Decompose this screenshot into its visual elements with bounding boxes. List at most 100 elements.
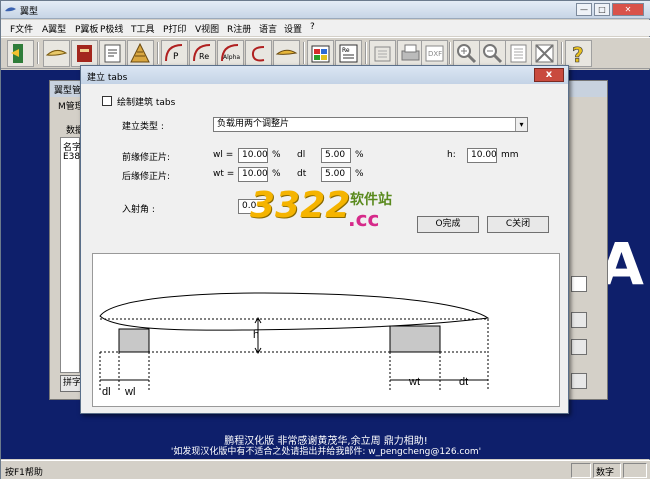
type-select[interactable]: 负载用两个调整片 ▾ xyxy=(213,117,528,132)
dialog-close-button[interactable]: x xyxy=(534,68,564,82)
polar-alpha-icon: Alpha xyxy=(221,44,240,62)
status-bar: 按F1帮助 数字 xyxy=(1,460,650,479)
watermark-cn: 软件站 xyxy=(350,192,392,208)
help-tool-button[interactable]: ? xyxy=(565,40,592,67)
question-icon: ? xyxy=(572,43,584,68)
status-mode: 数字 xyxy=(593,463,621,478)
clear-icon xyxy=(535,44,554,63)
report-icon xyxy=(104,44,121,63)
dt-input[interactable]: 5.00 xyxy=(321,167,351,182)
menu-settings[interactable]: 设置 xyxy=(284,22,302,35)
minimize-button[interactable]: — xyxy=(576,3,592,16)
airfoil-icon xyxy=(45,49,68,56)
airfoil-tool-button[interactable] xyxy=(43,40,70,67)
airfoil-list[interactable]: 名字 E387 xyxy=(60,137,86,373)
menu-bar: F文件 A翼型 P翼板 P极线 T工具 P打印 V视图 R注册 语言 设置 ? xyxy=(1,20,650,36)
tab-diagram: h dl wl wt dt xyxy=(92,253,560,407)
polar-re-button[interactable]: Re xyxy=(189,40,216,67)
svg-text:?: ? xyxy=(572,43,584,66)
maximize-button[interactable]: □ xyxy=(594,3,610,16)
polar-c-icon xyxy=(251,46,265,62)
h-input[interactable]: 10.00 xyxy=(467,148,497,163)
menu-view[interactable]: V视图 xyxy=(195,22,219,35)
menu-tools[interactable]: T工具 xyxy=(131,22,155,35)
close-button[interactable]: ✕ xyxy=(612,3,644,16)
exit-icon xyxy=(11,44,23,63)
book-icon xyxy=(77,45,92,62)
side-button-1[interactable] xyxy=(571,276,587,292)
polar-re-icon: Re xyxy=(193,44,211,62)
report-tool-button[interactable] xyxy=(99,40,126,67)
svg-text:Alpha: Alpha xyxy=(223,54,240,61)
wl-label: wl = xyxy=(213,150,234,160)
side-button-2[interactable] xyxy=(571,312,587,328)
dxf-tool-button[interactable]: DXF xyxy=(421,40,448,67)
airfoil-diagram: h dl wl wt dt xyxy=(99,292,490,398)
dl-label-diagram: dl xyxy=(102,386,111,398)
contact-line: '如发现汉化版中有不适合之处请指出并给我邮件: w_pengcheng@126.… xyxy=(170,447,482,457)
status-mode-text: 数字 xyxy=(596,468,615,478)
ok-button[interactable]: O完成 xyxy=(417,216,479,233)
wt-label: wt = xyxy=(213,169,235,179)
type-label: 建立类型 : xyxy=(122,122,164,132)
delete-tool-button[interactable] xyxy=(369,40,396,67)
exit-tool-button[interactable] xyxy=(7,40,34,67)
menu-file[interactable]: F文件 xyxy=(10,22,33,35)
front-tab-label: 前缘修正片: xyxy=(122,153,171,163)
draw-tabs-checkbox[interactable] xyxy=(102,96,112,106)
stack-tool-button[interactable] xyxy=(127,40,154,67)
wing-tool-button[interactable] xyxy=(273,40,300,67)
zoom-out-icon xyxy=(483,44,503,64)
menu-airfoil[interactable]: A翼型 xyxy=(42,22,66,35)
menu-help[interactable]: ? xyxy=(310,22,315,32)
wl-input[interactable]: 10.00 xyxy=(238,148,268,163)
type-select-value: 负载用两个调整片 xyxy=(217,119,290,129)
register-tool-button[interactable]: Re xyxy=(335,40,362,67)
side-button-4[interactable] xyxy=(571,373,587,389)
menu-language[interactable]: 语言 xyxy=(259,22,277,35)
app-icon xyxy=(5,7,16,12)
wt-input[interactable]: 10.00 xyxy=(238,167,268,182)
polar-p-button[interactable]: P xyxy=(161,40,188,67)
status-help: 按F1帮助 xyxy=(5,468,43,478)
dt-label: dt xyxy=(297,169,307,179)
close-dialog-button[interactable]: C关闭 xyxy=(487,216,549,233)
wing-icon xyxy=(275,49,298,55)
zoom-in-icon xyxy=(457,44,477,64)
wt-unit: % xyxy=(272,169,281,179)
stack-icon xyxy=(130,42,150,63)
menu-polar[interactable]: P极线 xyxy=(100,22,123,35)
print-tool-button[interactable] xyxy=(397,40,424,67)
wt-label-diagram: wt xyxy=(408,376,420,388)
manager-title: 翼型管 xyxy=(54,86,82,96)
wl-unit: % xyxy=(272,150,281,160)
grid-tool-button[interactable] xyxy=(307,40,334,67)
h-label: h: xyxy=(447,150,456,160)
fit-icon xyxy=(510,44,527,63)
build-tabs-dialog: 建立 tabs x 绘制建筑 tabs 建立类型 : 负载用两个调整片 ▾ 前缘… xyxy=(80,65,569,414)
h-label-diagram: h xyxy=(253,329,259,341)
delete-icon xyxy=(374,46,391,62)
dl-input[interactable]: 5.00 xyxy=(321,148,351,163)
register-icon: Re xyxy=(339,44,358,63)
side-button-3[interactable] xyxy=(571,339,587,355)
dt-label-diagram: dt xyxy=(459,376,468,388)
fit-tool-button[interactable] xyxy=(505,40,532,67)
front-tab xyxy=(118,328,150,353)
svg-text:Re: Re xyxy=(342,47,350,54)
menu-panel[interactable]: P翼板 xyxy=(75,22,98,35)
wl-label-diagram: wl xyxy=(124,386,135,398)
zoom-in-button[interactable] xyxy=(453,40,480,67)
watermark-logo: 3322 软件站 .cc xyxy=(250,183,406,238)
svg-text:DXF: DXF xyxy=(428,50,442,58)
polar-p-icon: P xyxy=(165,44,183,62)
polar-c-button[interactable] xyxy=(245,40,272,67)
book-tool-button[interactable] xyxy=(71,40,98,67)
dxf-icon: DXF xyxy=(425,45,444,62)
clear-tool-button[interactable] xyxy=(531,40,558,67)
grid-icon xyxy=(311,45,330,63)
polar-alpha-button[interactable]: Alpha xyxy=(217,40,244,67)
zoom-out-button[interactable] xyxy=(479,40,506,67)
menu-print[interactable]: P打印 xyxy=(163,22,186,35)
menu-register[interactable]: R注册 xyxy=(227,22,251,35)
